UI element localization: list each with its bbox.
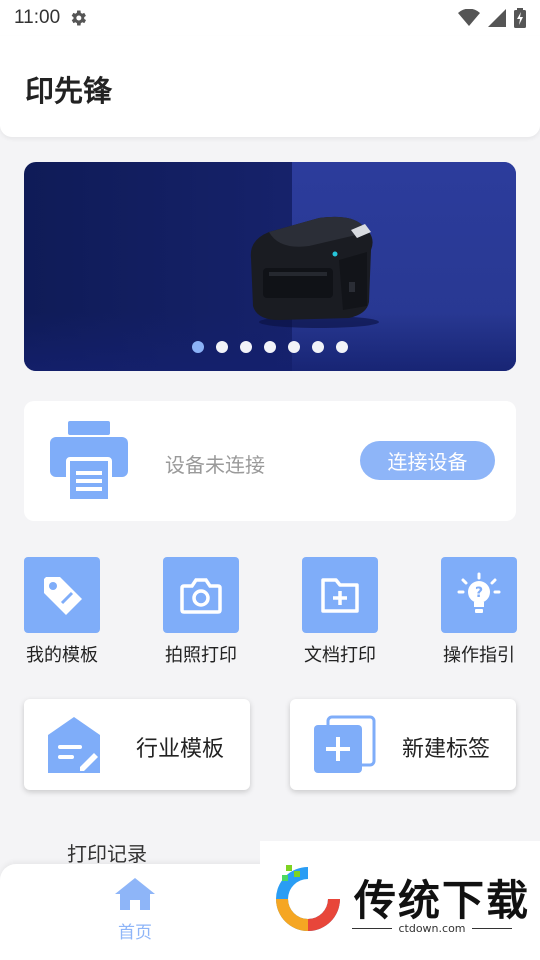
page-title: 印先锋 <box>25 74 113 108</box>
wifi-icon <box>458 9 480 26</box>
watermark-url-text: ctdown.com <box>398 922 466 935</box>
quick-action-my-templates[interactable]: 我的模板 <box>24 557 100 667</box>
app-header: 印先锋 <box>0 36 540 137</box>
battery-charging-icon <box>514 8 526 28</box>
new-label-icon <box>314 715 376 773</box>
signal-icon <box>488 9 506 27</box>
carousel-indicator <box>24 341 516 353</box>
printer-icon <box>50 421 128 503</box>
divider <box>471 928 512 929</box>
industry-templates-label: 行业模板 <box>136 737 225 762</box>
folder-add-icon <box>321 578 359 613</box>
quick-action-label: 我的模板 <box>26 645 98 666</box>
connect-device-button[interactable]: 连接设备 <box>360 441 495 480</box>
status-bar: 11:00 <box>0 0 540 36</box>
svg-text:?: ? <box>475 585 483 601</box>
divider <box>352 928 393 929</box>
quick-tile[interactable] <box>302 557 378 633</box>
watermark-logo <box>276 865 340 931</box>
quick-action-label: 操作指引 <box>443 645 515 666</box>
device-status-text: 设备未连接 <box>165 453 265 477</box>
carousel-dot[interactable] <box>240 341 252 353</box>
carousel-dot[interactable] <box>216 341 228 353</box>
nav-home[interactable]: 首页 <box>110 876 160 943</box>
industry-templates-card[interactable]: 行业模板 <box>24 699 250 790</box>
carousel-dot[interactable] <box>192 341 204 353</box>
watermark-brand: 传统下载 <box>354 876 531 925</box>
lightbulb-icon: ? <box>457 572 501 613</box>
home-icon <box>115 878 155 910</box>
new-label-label: 新建标签 <box>402 737 491 762</box>
settings-icon <box>71 10 87 26</box>
carousel-dot[interactable] <box>336 341 348 353</box>
watermark: 传统下载 ctdown.com <box>260 841 540 960</box>
print-records-title[interactable]: 打印记录 <box>67 838 147 867</box>
banner-carousel[interactable] <box>24 162 516 371</box>
tag-icon <box>44 577 82 615</box>
quick-action-label: 拍照打印 <box>165 645 237 666</box>
quick-action-photo-print[interactable]: 拍照打印 <box>163 557 239 667</box>
carousel-dot[interactable] <box>288 341 300 353</box>
quick-action-doc-print[interactable]: 文档打印 <box>302 557 378 667</box>
camera-icon <box>180 578 222 614</box>
quick-action-guide[interactable]: ? 操作指引 <box>441 557 517 667</box>
new-label-card[interactable]: 新建标签 <box>290 699 516 790</box>
nav-home-label: 首页 <box>118 923 152 943</box>
quick-tile[interactable] <box>24 557 100 633</box>
status-time: 11:00 <box>14 7 61 28</box>
watermark-url: ctdown.com <box>352 922 512 935</box>
template-edit-icon <box>48 717 100 773</box>
quick-action-label: 文档打印 <box>304 645 376 666</box>
quick-tile[interactable] <box>163 557 239 633</box>
label-printer-image <box>250 216 379 328</box>
quick-tile[interactable]: ? <box>441 557 517 633</box>
device-card: 设备未连接 连接设备 <box>24 401 516 521</box>
carousel-dot[interactable] <box>264 341 276 353</box>
carousel-dot[interactable] <box>312 341 324 353</box>
